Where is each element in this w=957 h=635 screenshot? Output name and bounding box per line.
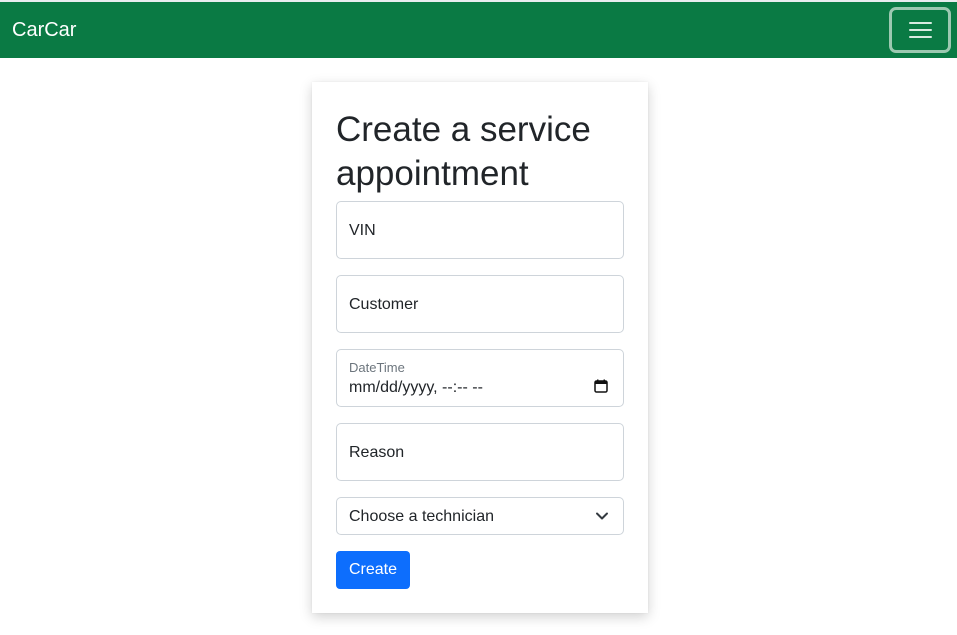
customer-input[interactable]: Customer: [336, 275, 624, 333]
brand-link[interactable]: CarCar: [12, 20, 76, 40]
datetime-input[interactable]: DateTime mm/dd/yyyy, --:-- --: [336, 349, 624, 407]
create-button[interactable]: Create: [336, 551, 410, 589]
calendar-icon[interactable]: [594, 379, 608, 393]
reason-input[interactable]: Reason: [336, 423, 624, 481]
vin-placeholder: VIN: [349, 222, 376, 239]
page-title: Create a service appointment: [336, 110, 591, 193]
vin-input[interactable]: VIN: [336, 201, 624, 259]
technician-selected-value: Choose a technician: [349, 508, 494, 525]
chevron-down-icon: [596, 512, 608, 520]
navbar-toggler-button[interactable]: [889, 7, 951, 53]
appointment-form-card: Create a service appointment VIN Custome…: [312, 82, 648, 613]
reason-placeholder: Reason: [349, 444, 405, 461]
navbar: CarCar: [0, 0, 957, 58]
datetime-value: mm/dd/yyyy, --:-- --: [349, 379, 483, 396]
datetime-label: DateTime: [349, 360, 405, 375]
customer-placeholder: Customer: [349, 296, 419, 313]
technician-select[interactable]: Choose a technician: [336, 497, 624, 535]
